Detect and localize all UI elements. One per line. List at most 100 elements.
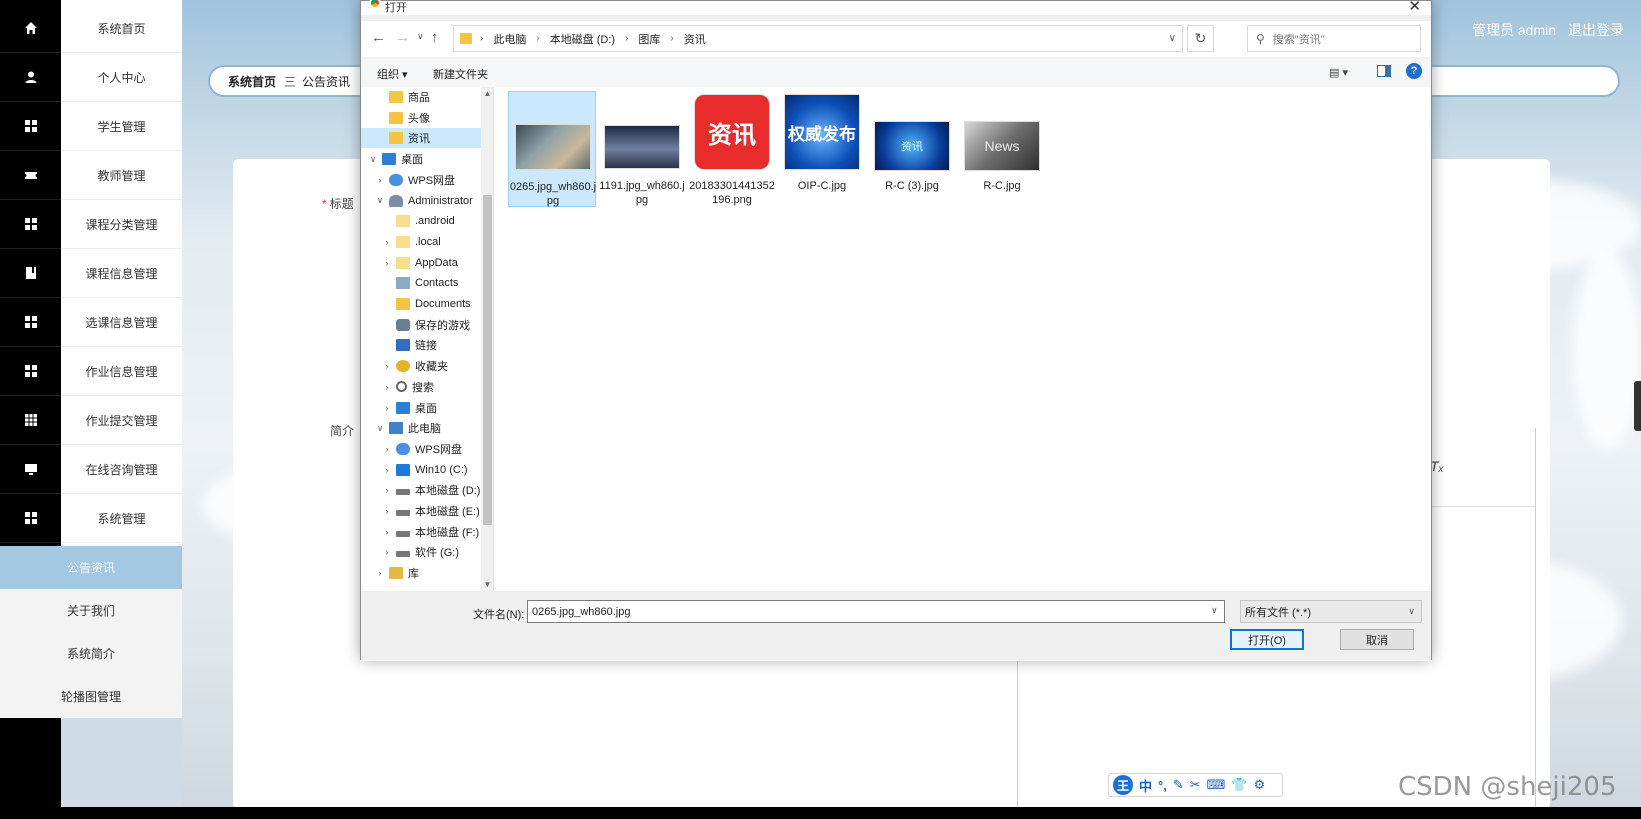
sidebar-item[interactable]: 在线咨询管理 [61, 445, 182, 494]
tree-item[interactable]: › WPS网盘 [361, 170, 481, 190]
cancel-button[interactable]: 取消 [1340, 629, 1414, 650]
expand-arrow-icon[interactable]: › [381, 403, 393, 413]
help-icon[interactable]: ? [1406, 63, 1422, 79]
scroll-thumb[interactable] [483, 195, 492, 525]
file-item[interactable]: News R-C.jpg [958, 91, 1046, 207]
monitor-icon[interactable] [0, 445, 61, 494]
filename-input[interactable] [527, 600, 1225, 623]
tree-item[interactable]: 资讯 [361, 128, 481, 149]
address-dropdown-icon[interactable]: ∨ [1169, 33, 1176, 44]
sidebar-item[interactable]: 系统首页 [61, 4, 182, 53]
tree-item[interactable]: Documents [361, 294, 481, 314]
scroll-up-icon[interactable]: ▲ [481, 89, 493, 98]
tree-item[interactable]: 链接 [361, 335, 481, 355]
grid-icon[interactable] [0, 347, 61, 396]
submenu-item[interactable]: 轮播图管理 [0, 675, 182, 718]
tree-item[interactable]: ∨ Administrator [361, 191, 481, 211]
preview-pane-icon[interactable] [1377, 65, 1391, 77]
file-item[interactable]: 资讯 R-C (3).jpg [868, 91, 956, 207]
user-icon[interactable] [0, 53, 61, 102]
file-item[interactable]: 权威发布 OIP-C.jpg [778, 91, 866, 207]
sidebar-item[interactable]: 课程信息管理 [61, 249, 182, 298]
expand-arrow-icon[interactable]: › [374, 568, 386, 578]
ime-handwrite-icon[interactable]: ✎ [1173, 777, 1184, 793]
organize-button[interactable]: 组织 ▾ [377, 66, 408, 82]
tree-item[interactable]: › 库 [361, 563, 481, 583]
ime-settings-icon[interactable]: ⚙ [1254, 777, 1266, 793]
forward-arrow-icon[interactable]: → [395, 29, 410, 46]
expand-arrow-icon[interactable]: › [381, 382, 393, 392]
tree-item[interactable]: › 搜索 [361, 377, 481, 397]
ime-skin-icon[interactable]: 👕 [1231, 777, 1247, 793]
expand-arrow-icon[interactable]: › [381, 527, 393, 537]
filename-dropdown-icon[interactable]: ∨ [1211, 605, 1218, 616]
ime-scissors-icon[interactable]: ✂ [1190, 777, 1201, 793]
ime-punctuation-icon[interactable]: °, [1158, 778, 1167, 793]
book-icon[interactable] [0, 249, 61, 298]
grid-icon[interactable] [0, 200, 61, 249]
sidebar-item[interactable]: 个人中心 [61, 53, 182, 102]
tree-item[interactable]: › 软件 (G:) [361, 542, 481, 562]
sidebar-item[interactable]: 系统管理 [61, 494, 182, 543]
tree-item[interactable]: › 本地磁盘 (D:) [361, 480, 481, 500]
home-icon[interactable] [0, 4, 61, 53]
filetype-select[interactable]: 所有文件 (*.*) ∨ [1240, 600, 1422, 623]
tree-scrollbar[interactable]: ▲ ▼ [481, 87, 493, 591]
up-arrow-icon[interactable]: ↑ [431, 29, 439, 46]
tree-item[interactable]: Contacts [361, 273, 481, 293]
expand-arrow-icon[interactable]: › [381, 258, 393, 268]
ime-chinese-mode[interactable]: 中 [1139, 776, 1152, 795]
tree-item[interactable]: › 本地磁盘 (E:) [361, 501, 481, 521]
submenu-item[interactable]: 关于我们 [0, 589, 182, 632]
sidebar-item[interactable]: 作业提交管理 [61, 396, 182, 445]
address-segment[interactable]: 图库 [638, 31, 660, 47]
table-icon[interactable] [0, 396, 61, 445]
sidebar-item[interactable]: 作业信息管理 [61, 347, 182, 396]
expand-arrow-icon[interactable]: › [381, 547, 393, 557]
address-segment[interactable]: 本地磁盘 (D:) [550, 31, 615, 47]
expand-arrow-icon[interactable]: › [381, 485, 393, 495]
submenu-item[interactable]: 公告资讯 [0, 546, 182, 589]
expand-arrow-icon[interactable]: › [381, 465, 393, 475]
tree-item[interactable]: › 收藏夹 [361, 356, 481, 376]
tree-item[interactable]: › WPS网盘 [361, 439, 481, 459]
tree-item[interactable]: › 桌面 [361, 398, 481, 418]
open-button[interactable]: 打开(O) [1230, 629, 1304, 650]
ticket-icon[interactable] [0, 151, 61, 200]
tree-item[interactable]: › AppData [361, 253, 481, 273]
tree-item[interactable]: .android [361, 211, 481, 231]
address-segment[interactable]: 此电脑 [493, 31, 526, 47]
file-item[interactable]: 资讯 20183301441352196.png [688, 91, 776, 207]
expand-arrow-icon[interactable]: › [381, 237, 393, 247]
recent-dropdown-icon[interactable]: ∨ [417, 31, 424, 42]
grid-icon[interactable] [0, 298, 61, 347]
expand-arrow-icon[interactable]: › [381, 444, 393, 454]
expand-arrow-icon[interactable]: ∨ [367, 154, 379, 165]
tree-item[interactable]: 保存的游戏 [361, 315, 481, 335]
ime-logo-icon[interactable]: 王 [1113, 775, 1133, 795]
tree-item[interactable]: 商品 [361, 87, 481, 107]
back-arrow-icon[interactable]: ← [371, 29, 386, 46]
view-mode-icon[interactable]: ▤ ▾ [1329, 66, 1348, 79]
tree-item[interactable]: › Win10 (C:) [361, 460, 481, 480]
grid-icon[interactable] [0, 494, 61, 543]
sidebar-item[interactable]: 选课信息管理 [61, 298, 182, 347]
breadcrumb-home[interactable]: 系统首页 [228, 73, 276, 90]
address-segment[interactable]: 资讯 [684, 31, 706, 47]
expand-arrow-icon[interactable]: ∨ [374, 195, 386, 206]
submenu-item[interactable]: 系统简介 [0, 632, 182, 675]
sidebar-item[interactable]: 课程分类管理 [61, 200, 182, 249]
expand-arrow-icon[interactable]: › [374, 175, 386, 185]
tree-item[interactable]: ∨ 桌面 [361, 149, 481, 169]
side-handle[interactable] [1634, 381, 1641, 431]
clear-format-icon[interactable]: Tₓ [1430, 458, 1444, 474]
expand-arrow-icon[interactable]: ∨ [374, 423, 386, 434]
file-item[interactable]: 0265.jpg_wh860.jpg [508, 91, 596, 207]
sidebar-item[interactable]: 教师管理 [61, 151, 182, 200]
expand-arrow-icon[interactable]: › [381, 506, 393, 516]
tree-item[interactable]: › .local [361, 232, 481, 252]
tree-item[interactable]: ∨ 此电脑 [361, 418, 481, 438]
scroll-down-icon[interactable]: ▼ [481, 580, 493, 589]
expand-arrow-icon[interactable]: › [381, 361, 393, 371]
refresh-button[interactable]: ↻ [1187, 25, 1214, 52]
